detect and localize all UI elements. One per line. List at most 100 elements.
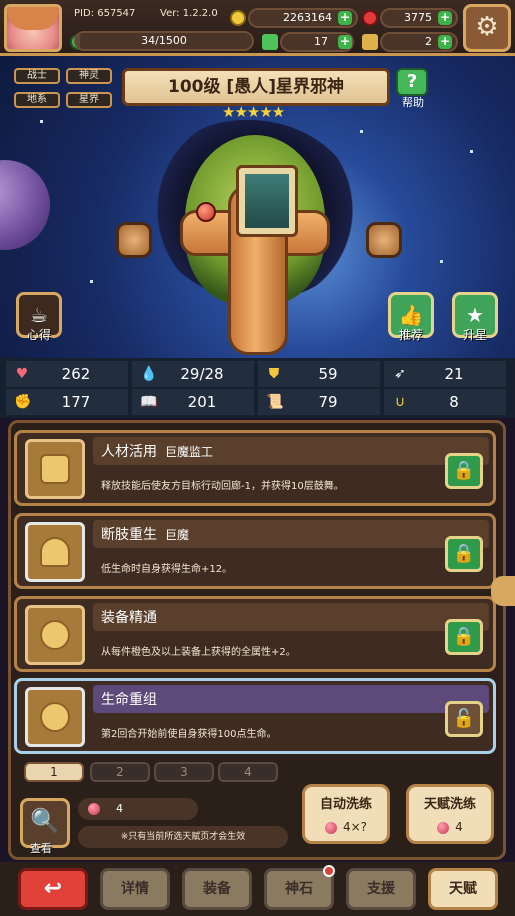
talent-star-icon [25,439,85,499]
auto-wash-title: 自动洗练 [319,797,372,812]
add-clover-button[interactable]: + [338,35,352,49]
unlock-button[interactable]: 🔓 [445,701,483,737]
active-page-note: ※只有当前所选天赋页才会生效 [78,826,288,848]
stat-hp-value: 262 [61,365,91,383]
fruit-icon [437,821,450,834]
view-label: 查看 [30,842,52,855]
insight-label: 心得 [26,328,51,342]
left-gem-icon [116,222,152,258]
key-icon [362,34,378,50]
lock-button[interactable]: 🔒 [445,536,483,572]
stat-luck-value: 8 [449,393,459,411]
settings-button[interactable]: ⚙ [463,4,511,52]
red-orb [196,202,216,222]
fruit-icon [88,803,100,815]
game-screen: PID: 657547 Ver: 1.2.2.0 2263164 + 3775 … [0,0,515,916]
hero-title: 100级 [愚人]星界邪神 [122,68,390,106]
insight-button[interactable]: ☕ 心得 [14,292,64,344]
nav-talent[interactable]: 天赋 [428,868,498,910]
lock-button[interactable]: 🔒 [445,453,483,489]
nav-support[interactable]: 支援 [346,868,416,910]
talent-page-tabs: 1 2 3 4 [14,762,278,782]
hero-stats: ♥ 262 💧 29/28 ⛊ 59 ➶ 21 ✊ 177 📖 201 📜 79… [0,358,515,418]
talent-card[interactable]: 人材活用 巨魔监工 释放技能后使友方目标行动回廊-1，并获得10层鼓舞。 🔒 [14,430,496,506]
page-tab-4[interactable]: 4 [218,762,278,782]
talent-card[interactable]: 断肢重生 巨魔 低生命时自身获得生命+12。 🔒 [14,513,496,589]
clover-icon [262,34,278,50]
help-button[interactable]: ? 帮助 [396,68,430,110]
talent-title: 生命重组 [101,692,157,708]
back-arrow-icon: ↩ [43,876,63,901]
star-decor [440,260,443,263]
tag-element: 地系 [14,92,60,108]
bottom-nav: ↩ 详情 装备 神石 支援 天赋 [0,862,515,916]
stat-speed: ➶ 21 [384,361,506,387]
upgrade-star-label: 升星 [462,328,487,342]
star-decor [40,120,43,123]
help-label: 帮助 [402,96,424,109]
hero-star-rating: ★★★★★ [222,103,285,121]
auto-wash-button[interactable]: 自动洗练 4×? [302,784,390,844]
add-gold-button[interactable]: + [338,11,352,25]
talent-card-selected[interactable]: 生命重组 第2回合开始前使自身获得100点生命。 🔓 [14,678,496,754]
gold-coin-icon [230,10,246,26]
stat-defense: ⛊ 59 [258,361,380,387]
planet-decor [0,160,50,250]
exp-bar: 34/1500 [74,31,254,51]
star-decor [90,280,93,283]
stat-magic-value: 201 [187,393,217,411]
recommend-button[interactable]: 👍 推荐 [386,292,436,344]
star-decor [470,150,473,153]
stat-defense-value: 59 [318,365,338,383]
auto-wash-cost: 4×? [305,820,387,834]
version-label: Ver: 1.2.2.0 [160,8,218,19]
nav-stone[interactable]: 神石 [264,865,335,910]
talent-desc: 从每件橙色及以上装备上获得的全属性+2。 [101,647,296,658]
ruby-icon [362,10,378,26]
page-tab-3[interactable]: 3 [154,762,214,782]
stat-speed-value: 21 [444,365,464,383]
add-key-button[interactable]: + [438,35,452,49]
star-decor [360,130,363,133]
stat-luck: ∪ 8 [384,389,506,415]
fist-icon: ✊ [14,394,32,410]
lock-icon: 🔒 [452,543,476,564]
talent-card[interactable]: 装备精通 从每件橙色及以上装备上获得的全属性+2。 🔒 [14,596,496,672]
stat-mana-value: 29/28 [180,365,224,383]
nav-details[interactable]: 详情 [100,868,170,910]
drop-icon: 💧 [140,366,158,382]
fruit-count-value: 4 [116,802,123,815]
player-avatar[interactable] [4,4,62,52]
page-tab-1[interactable]: 1 [24,762,84,782]
tag-race: 神灵 [66,68,112,84]
top-bar: PID: 657547 Ver: 1.2.2.0 2263164 + 3775 … [0,0,515,56]
question-icon: ? [396,68,428,96]
scroll-icon: 📜 [266,394,284,410]
lock-icon: 🔒 [452,626,476,647]
stat-resist: 📜 79 [258,389,380,415]
talent-desc: 释放技能后使友方目标行动回廊-1，并获得10层鼓舞。 [101,481,344,492]
stat-magic: 📖 201 [132,389,254,415]
shield-icon: ⛊ [268,366,280,382]
right-gem-icon [366,222,402,258]
talent-title: 人材活用 巨魔监工 [101,444,214,460]
talent-wash-button[interactable]: 天赋洗练 4 [406,784,494,844]
lock-button[interactable]: 🔒 [445,619,483,655]
notification-dot [323,865,335,877]
talent-cross-icon [25,605,85,665]
page-tab-2[interactable]: 2 [90,762,150,782]
add-ruby-button[interactable]: + [438,11,452,25]
talent-desc: 低生命时自身获得生命+12。 [101,564,233,575]
recommend-label: 推荐 [398,328,423,342]
nav-equip[interactable]: 装备 [182,868,252,910]
upgrade-star-button[interactable]: ★ 升星 [450,292,500,344]
stat-attack: ✊ 177 [6,389,128,415]
gear-icon: ⚙ [475,12,499,42]
book-icon: 📖 [140,394,158,410]
talent-cross-icon [25,687,85,747]
talent-wash-cost: 4 [409,820,491,834]
horseshoe-icon: ∪ [394,394,406,410]
talent-spike-icon [25,522,85,582]
back-button[interactable]: ↩ [18,868,88,910]
talent-title: 装备精通 [101,610,157,626]
